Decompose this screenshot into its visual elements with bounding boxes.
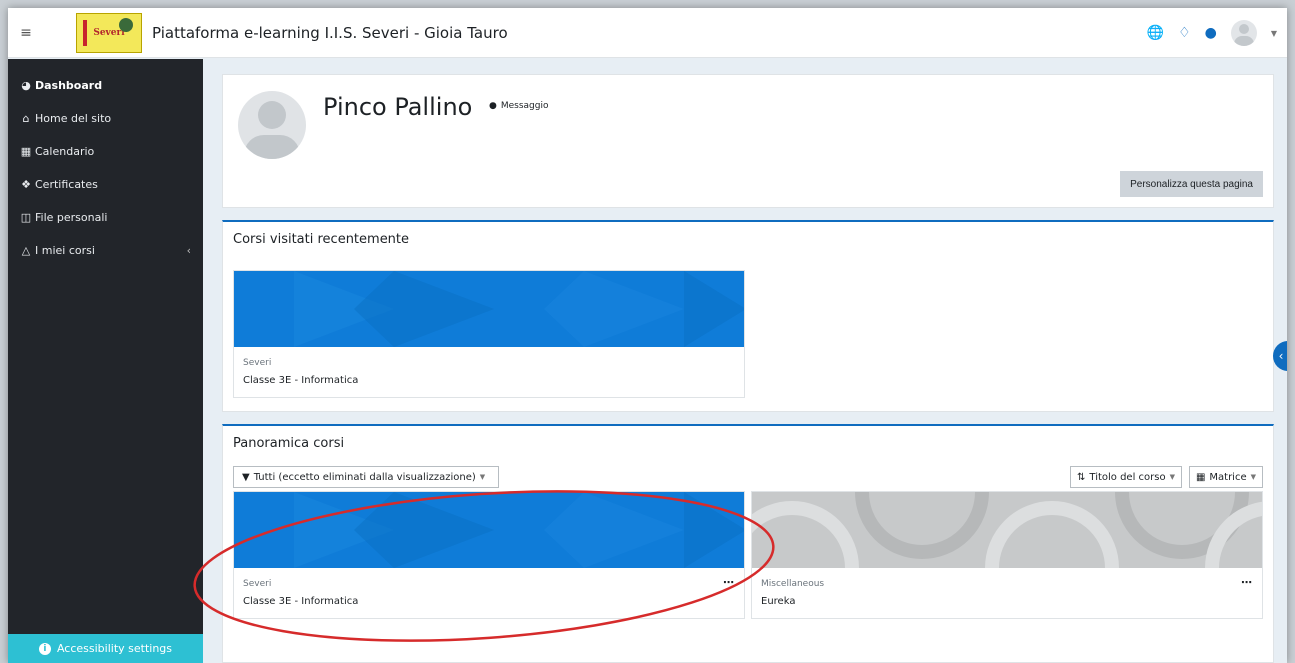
accessibility-settings-button[interactable]: i Accessibility settings xyxy=(8,634,203,663)
user-avatar[interactable] xyxy=(1230,20,1257,46)
file-icon: ◫ xyxy=(20,211,32,224)
course-name[interactable]: Classe 3E - Informatica xyxy=(243,596,358,607)
sidebar-item-dashboard[interactable]: ◕ Dashboard xyxy=(8,69,203,102)
calendar-icon: ▦ xyxy=(20,145,32,158)
hamburger-icon[interactable]: ≡ xyxy=(12,25,40,41)
view-dropdown[interactable]: ▦ Matrice ▼ xyxy=(1188,466,1263,488)
site-logo[interactable]: Severi xyxy=(76,12,142,53)
info-icon: i xyxy=(38,642,51,655)
accessibility-label: Accessibility settings xyxy=(56,642,173,655)
course-pattern xyxy=(752,492,1262,568)
course-category: Severi xyxy=(243,579,272,589)
user-fullname: Pinco Pallino xyxy=(323,93,473,121)
course-image[interactable] xyxy=(234,271,744,347)
chevron-left-icon: ‹ xyxy=(1278,349,1284,363)
certificate-icon: ❖ xyxy=(21,178,31,191)
chevron-down-icon[interactable]: ▼ xyxy=(1271,29,1277,38)
course-menu-icon[interactable]: ⋯ xyxy=(1241,576,1252,589)
sidebar-item-home[interactable]: ⌂ Home del sito xyxy=(8,102,203,135)
grid-icon: ▦ xyxy=(1195,471,1206,483)
sidebar-item-calendar[interactable]: ▦ Calendario xyxy=(8,135,203,168)
message-link-label: Messaggio xyxy=(500,101,549,111)
sort-icon: ⇅ xyxy=(1077,471,1086,483)
home-icon: ⌂ xyxy=(22,112,30,125)
sidebar-item-files[interactable]: ◫ File personali xyxy=(8,201,203,234)
course-overview-block: Panoramica corsi ▼ Tutti (eccetto elimin… xyxy=(222,424,1274,663)
chevron-down-icon: ▼ xyxy=(479,473,486,481)
sidebar-item-label: I miei corsi xyxy=(35,244,95,257)
course-card[interactable]: Miscellaneous Eureka ⋯ xyxy=(751,491,1263,619)
course-image[interactable] xyxy=(752,492,1262,568)
site-name[interactable]: Piattaforma e-learning I.I.S. Severi - G… xyxy=(152,24,508,42)
course-image[interactable] xyxy=(234,492,744,568)
user-menu-area: 🌐 ♢ ● ▼ xyxy=(1147,8,1277,58)
course-name[interactable]: Classe 3E - Informatica xyxy=(243,375,358,386)
sort-label: Titolo del corso xyxy=(1089,471,1166,483)
bell-icon[interactable]: ♢ xyxy=(1178,25,1191,41)
course-menu-icon[interactable]: ⋯ xyxy=(723,576,734,589)
filter-icon: ▼ xyxy=(242,471,250,483)
logo-mark xyxy=(83,19,87,46)
screenshot-frame: ≡ Severi Piattaforma e-learning I.I.S. S… xyxy=(0,0,1295,663)
course-name[interactable]: Eureka xyxy=(761,596,795,607)
course-card[interactable]: Severi Classe 3E - Informatica ⋯ xyxy=(233,491,745,619)
logo-emblem xyxy=(119,17,133,32)
top-navbar: ≡ Severi Piattaforma e-learning I.I.S. S… xyxy=(8,8,1287,58)
message-link[interactable]: ● Messaggio xyxy=(489,101,549,111)
chat-bubble-icon: ● xyxy=(489,101,497,111)
course-category: Miscellaneous xyxy=(761,579,825,589)
course-category: Severi xyxy=(243,358,272,368)
sort-dropdown[interactable]: ⇅ Titolo del corso ▼ xyxy=(1070,466,1182,488)
sidebar-item-label: Certificates xyxy=(35,178,98,191)
globe-icon[interactable]: 🌐 xyxy=(1147,25,1164,41)
customize-page-button[interactable]: Personalizza questa pagina xyxy=(1120,171,1263,197)
chat-icon[interactable]: ● xyxy=(1205,25,1217,41)
sidebar-item-certificates[interactable]: ❖ Certificates xyxy=(8,168,203,201)
block-title: Corsi visitati recentemente xyxy=(233,232,410,247)
course-pattern xyxy=(294,492,744,568)
chevron-down-icon: ▼ xyxy=(1169,473,1175,481)
graduation-cap-icon: △ xyxy=(21,244,31,257)
block-title: Panoramica corsi xyxy=(233,436,345,451)
course-filter-dropdown[interactable]: ▼ Tutti (eccetto eliminati dalla visuali… xyxy=(233,466,499,488)
browser-window: ≡ Severi Piattaforma e-learning I.I.S. S… xyxy=(8,8,1287,663)
filter-label: Tutti (eccetto eliminati dalla visualizz… xyxy=(253,471,476,483)
sidebar-item-label: File personali xyxy=(35,211,108,224)
sidebar-nav: ◕ Dashboard ⌂ Home del sito ▦ Calendario… xyxy=(8,59,203,267)
view-label: Matrice xyxy=(1209,471,1247,483)
recent-courses-block: Corsi visitati recentemente Severi Class… xyxy=(222,220,1274,412)
course-card[interactable]: Severi Classe 3E - Informatica xyxy=(233,270,745,398)
dashboard-icon: ◕ xyxy=(21,79,31,92)
sidebar-item-my-courses[interactable]: △ I miei corsi ‹ xyxy=(8,234,203,267)
chevron-down-icon: ▼ xyxy=(1250,473,1256,481)
course-pattern xyxy=(294,271,744,347)
sidebar-item-label: Calendario xyxy=(35,145,95,158)
profile-header: Pinco Pallino ● Messaggio Personalizza q… xyxy=(222,74,1274,208)
sidebar: ◕ Dashboard ⌂ Home del sito ▦ Calendario… xyxy=(8,59,203,663)
chevron-left-icon[interactable]: ‹ xyxy=(187,244,191,257)
sidebar-item-label: Dashboard xyxy=(35,79,103,92)
block-drawer-toggle[interactable]: ‹ xyxy=(1273,341,1287,371)
sidebar-item-label: Home del sito xyxy=(35,112,112,125)
profile-avatar xyxy=(238,91,306,159)
